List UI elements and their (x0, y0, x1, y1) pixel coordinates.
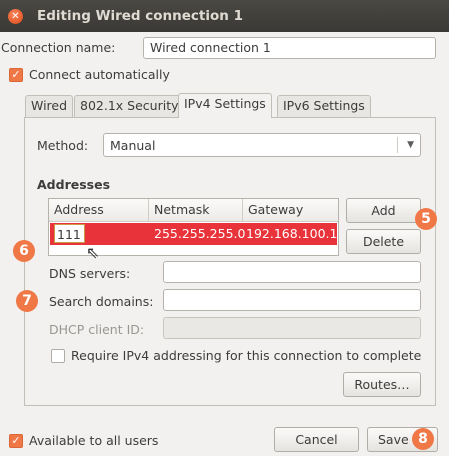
address-cell-editor[interactable]: 111 (54, 224, 85, 243)
available-to-all-users-checkbox[interactable]: ✓ (9, 434, 23, 448)
tab-ipv6-settings[interactable]: IPv6 Settings (277, 95, 371, 117)
gateway-cell[interactable]: 192.168.100.1 (246, 226, 337, 241)
available-to-all-users-label: Available to all users (29, 433, 159, 448)
connect-automatically-label: Connect automatically (29, 67, 170, 82)
add-button[interactable]: Add (346, 198, 421, 223)
method-label: Method: (37, 138, 89, 153)
tab-8021x-security[interactable]: 802.1x Security (74, 95, 185, 117)
close-icon[interactable]: ✕ (8, 9, 23, 24)
dropdown-separator (397, 137, 398, 153)
dhcp-client-id-input (163, 317, 421, 339)
tab-ipv4-settings[interactable]: IPv4 Settings (178, 93, 272, 118)
netmask-cell[interactable]: 255.255.255.0 (154, 226, 245, 241)
step-badge-8: 8 (412, 428, 434, 450)
require-ipv4-label: Require IPv4 addressing for this connect… (71, 348, 422, 363)
column-header-address[interactable]: Address (49, 199, 149, 222)
dns-servers-label: DNS servers: (49, 266, 131, 281)
mouse-cursor-icon: ⇖ (86, 243, 100, 262)
column-header-netmask[interactable]: Netmask (149, 199, 243, 222)
search-domains-input[interactable] (163, 289, 421, 311)
step-badge-7: 7 (16, 290, 38, 312)
search-domains-label: Search domains: (49, 294, 154, 309)
column-header-gateway[interactable]: Gateway (243, 199, 338, 222)
addresses-heading: Addresses (37, 177, 111, 192)
window-title: Editing Wired connection 1 (37, 8, 243, 24)
connection-name-input[interactable]: Wired connection 1 (143, 37, 436, 59)
dns-servers-input[interactable] (163, 261, 421, 283)
table-row[interactable]: 111 255.255.255.0 192.168.100.1 (50, 223, 337, 245)
step-badge-6: 6 (13, 240, 35, 262)
dhcp-client-id-label: DHCP client ID: (49, 322, 145, 337)
method-dropdown[interactable]: Manual ▼ (103, 133, 421, 157)
require-ipv4-checkbox[interactable] (51, 349, 65, 363)
chevron-down-icon: ▼ (407, 140, 414, 150)
method-value: Manual (110, 138, 156, 153)
tab-wired[interactable]: Wired (25, 95, 74, 117)
routes-button[interactable]: Routes… (343, 372, 421, 397)
window-titlebar: ✕ Editing Wired connection 1 (0, 0, 449, 32)
delete-button[interactable]: Delete (346, 229, 421, 254)
cancel-button[interactable]: Cancel (274, 427, 359, 452)
connection-name-label: Connection name: (1, 40, 116, 55)
connect-automatically-checkbox[interactable]: ✓ (9, 68, 23, 82)
step-badge-5: 5 (415, 208, 437, 230)
